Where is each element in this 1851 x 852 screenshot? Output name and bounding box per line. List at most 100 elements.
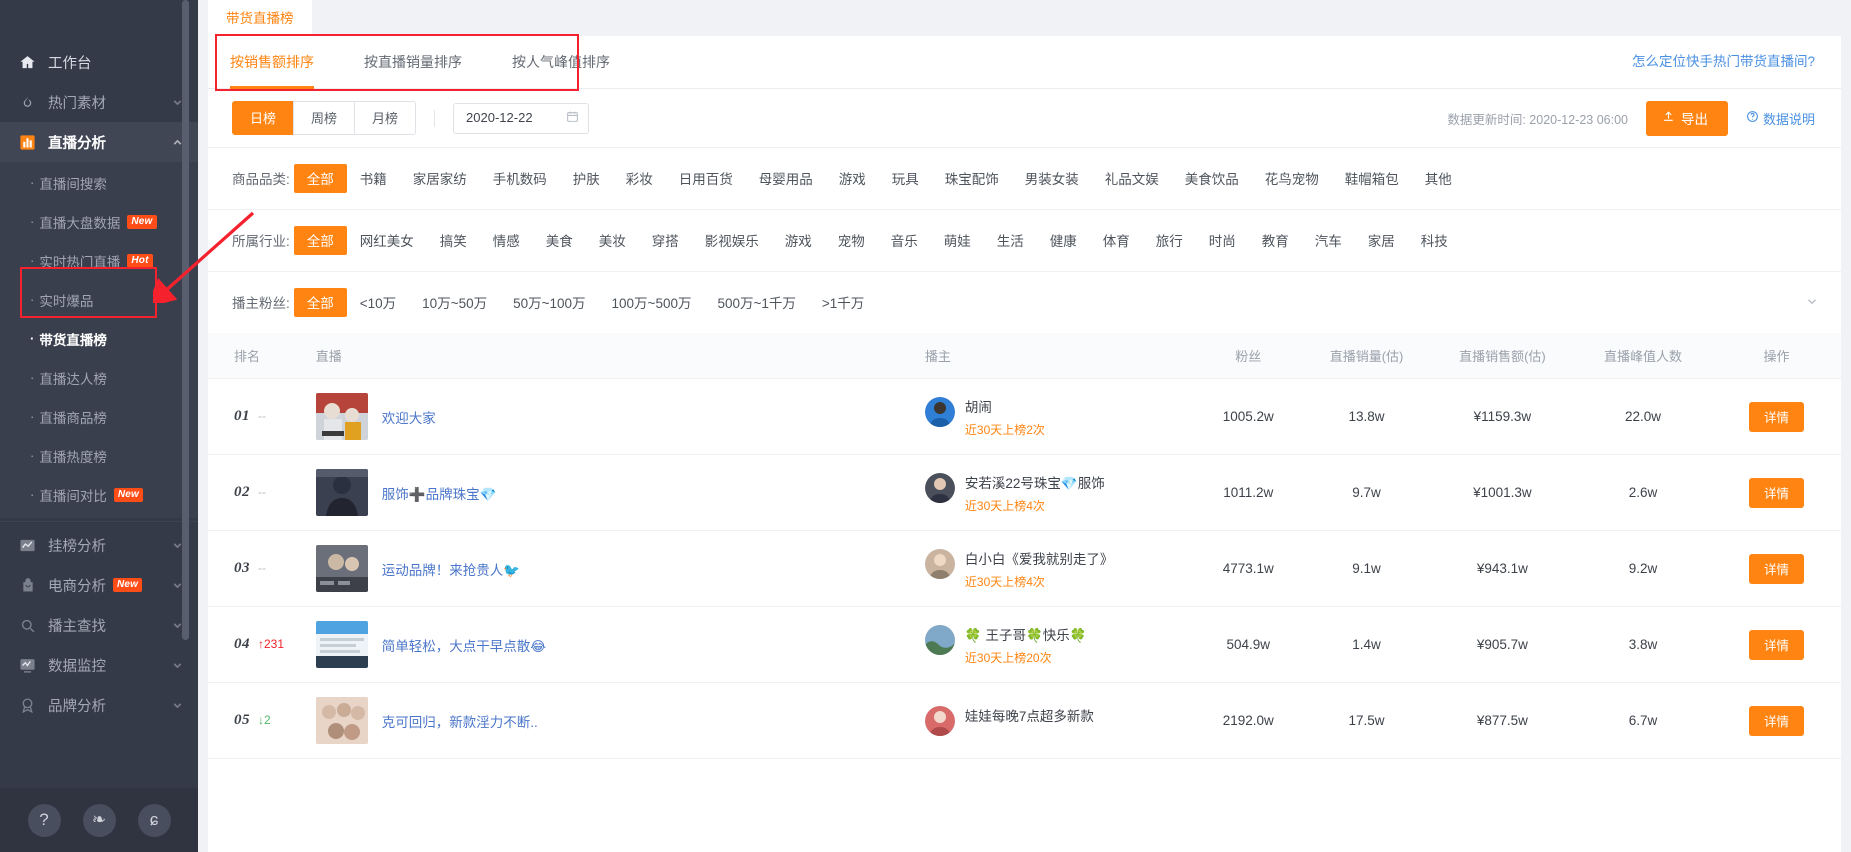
- filter-option[interactable]: 日用百货: [666, 164, 746, 193]
- sidebar-item-live-search[interactable]: · 直播间搜索: [0, 163, 198, 202]
- filter-option[interactable]: <10万: [347, 288, 409, 317]
- filter-option[interactable]: 玩具: [879, 164, 932, 193]
- filter-option[interactable]: 影视娱乐: [692, 226, 772, 255]
- filter-option[interactable]: 美食饮品: [1172, 164, 1252, 193]
- period-daily-button[interactable]: 日榜: [232, 101, 295, 135]
- filter-option[interactable]: 体育: [1090, 226, 1143, 255]
- period-weekly-button[interactable]: 周榜: [293, 101, 356, 135]
- filter-option[interactable]: 宠物: [825, 226, 878, 255]
- live-thumbnail[interactable]: [315, 393, 368, 440]
- sidebar-group-host-search[interactable]: 播主查找: [0, 605, 198, 645]
- help-link[interactable]: 怎么定位快手热门带货直播间?: [1632, 50, 1815, 70]
- sidebar-group-hot-material[interactable]: 热门素材: [0, 82, 198, 122]
- tab-sort-by-sales-amount[interactable]: 按销售额排序: [230, 36, 314, 89]
- sidebar-item-realtime-hot-products[interactable]: · 实时爆品: [0, 280, 198, 319]
- sidebar-item-live-talent-rank[interactable]: · 直播达人榜: [0, 358, 198, 397]
- sidebar-group-ecommerce-analysis[interactable]: 电商分析 New: [0, 565, 198, 605]
- host-rank-badge[interactable]: 近30天上榜20次: [965, 649, 1087, 666]
- filter-option[interactable]: 花鸟宠物: [1252, 164, 1332, 193]
- export-button[interactable]: 导出: [1645, 100, 1728, 136]
- filter-option[interactable]: 美妆: [586, 226, 639, 255]
- host-rank-badge[interactable]: 近30天上榜4次: [965, 573, 1114, 590]
- sidebar-scrollbar[interactable]: [181, 0, 190, 852]
- avatar[interactable]: [924, 706, 955, 736]
- filter-option[interactable]: 母婴用品: [746, 164, 826, 193]
- sidebar-item-live-product-rank[interactable]: · 直播商品榜: [0, 397, 198, 436]
- sidebar-item-live-overview[interactable]: · 直播大盘数据 New: [0, 202, 198, 241]
- live-title-link[interactable]: 服饰➕品牌珠宝💎: [382, 483, 497, 503]
- filter-option[interactable]: 音乐: [878, 226, 931, 255]
- filter-option[interactable]: 萌娃: [931, 226, 984, 255]
- sidebar-group-workbench[interactable]: 工作台: [0, 42, 198, 82]
- host-name[interactable]: 白小白《爱我就别走了》: [965, 548, 1114, 568]
- host-name[interactable]: 娃娃每晚7点超多新款: [965, 705, 1094, 725]
- filter-option[interactable]: 时尚: [1196, 226, 1249, 255]
- tab-sort-by-peak-popularity[interactable]: 按人气峰值排序: [512, 36, 610, 89]
- sidebar-group-brand-analysis[interactable]: 品牌分析: [0, 685, 198, 725]
- filter-option[interactable]: 科技: [1408, 226, 1461, 255]
- filter-option[interactable]: 珠宝配饰: [932, 164, 1012, 193]
- live-title-link[interactable]: 欢迎大家: [382, 407, 436, 427]
- filter-option[interactable]: 教育: [1249, 226, 1302, 255]
- mini-program-icon[interactable]: ɕ: [137, 803, 171, 837]
- wechat-icon[interactable]: ❧: [82, 803, 116, 837]
- avatar[interactable]: [924, 624, 955, 655]
- filter-option[interactable]: 游戏: [826, 164, 879, 193]
- filter-option[interactable]: 全部: [293, 288, 347, 317]
- sidebar-item-live-heat-rank[interactable]: · 直播热度榜: [0, 436, 198, 475]
- filter-option[interactable]: 全部: [293, 226, 347, 255]
- live-thumbnail[interactable]: [315, 621, 368, 668]
- live-thumbnail[interactable]: [315, 469, 368, 516]
- sidebar-item-带货直播榜[interactable]: · 带货直播榜: [0, 319, 198, 358]
- sidebar-group-data-monitor[interactable]: 数据监控: [0, 645, 198, 685]
- filter-option[interactable]: 健康: [1037, 226, 1090, 255]
- sidebar-group-live-analysis[interactable]: 直播分析: [0, 122, 198, 162]
- live-title-link[interactable]: 简单轻松，大点干早点散😂: [382, 635, 546, 655]
- filter-expand-chevron-icon[interactable]: [1805, 294, 1819, 311]
- filter-option[interactable]: 其他: [1412, 164, 1465, 193]
- filter-option[interactable]: 汽车: [1302, 226, 1355, 255]
- host-rank-badge[interactable]: 近30天上榜4次: [965, 497, 1105, 514]
- filter-option[interactable]: 搞笑: [427, 226, 480, 255]
- data-description-link[interactable]: 数据说明: [1746, 109, 1815, 128]
- detail-button[interactable]: 详情: [1749, 553, 1805, 584]
- filter-option[interactable]: 50万~100万: [500, 288, 598, 317]
- filter-option[interactable]: 鞋帽箱包: [1332, 164, 1412, 193]
- filter-option[interactable]: 旅行: [1143, 226, 1196, 255]
- sidebar-group-rank-analysis[interactable]: 挂榜分析: [0, 525, 198, 565]
- avatar[interactable]: [924, 472, 955, 503]
- filter-option[interactable]: 美食: [533, 226, 586, 255]
- live-title-link[interactable]: 克可回归，新款淫力不断..: [382, 711, 538, 731]
- filter-option[interactable]: 家居: [1355, 226, 1408, 255]
- filter-option[interactable]: >1千万: [809, 288, 877, 317]
- tab-sort-by-sales-volume[interactable]: 按直播销量排序: [364, 36, 462, 89]
- filter-option[interactable]: 彩妆: [613, 164, 666, 193]
- filter-option[interactable]: 手机数码: [480, 164, 560, 193]
- filter-option[interactable]: 游戏: [772, 226, 825, 255]
- avatar[interactable]: [924, 396, 955, 427]
- sidebar-scrollbar-thumb[interactable]: [182, 0, 189, 640]
- host-name[interactable]: 安若溪22号珠宝💎服饰: [965, 472, 1105, 492]
- live-title-link[interactable]: 运动品牌！来抢贵人🐦: [382, 559, 520, 579]
- filter-option[interactable]: 家居家纺: [400, 164, 480, 193]
- filter-option[interactable]: 生活: [984, 226, 1037, 255]
- filter-option[interactable]: 全部: [293, 164, 347, 193]
- date-picker[interactable]: 2020-12-22: [453, 102, 590, 134]
- sidebar-item-realtime-hot-live[interactable]: · 实时热门直播 Hot: [0, 241, 198, 280]
- detail-button[interactable]: 详情: [1749, 477, 1805, 508]
- live-thumbnail[interactable]: [315, 545, 368, 592]
- tab-带货直播榜[interactable]: 带货直播榜: [208, 0, 312, 36]
- avatar[interactable]: [924, 548, 955, 579]
- filter-option[interactable]: 100万~500万: [599, 288, 705, 317]
- host-rank-badge[interactable]: 近30天上榜2次: [965, 421, 1045, 438]
- filter-option[interactable]: 10万~50万: [409, 288, 500, 317]
- detail-button[interactable]: 详情: [1749, 401, 1805, 432]
- filter-option[interactable]: 网红美女: [347, 226, 427, 255]
- filter-option[interactable]: 礼品文娱: [1092, 164, 1172, 193]
- filter-option[interactable]: 书籍: [347, 164, 400, 193]
- filter-option[interactable]: 穿搭: [639, 226, 692, 255]
- host-name[interactable]: 胡闹: [965, 396, 1045, 416]
- sidebar-item-live-compare[interactable]: · 直播间对比 New: [0, 475, 198, 514]
- live-thumbnail[interactable]: [315, 697, 368, 744]
- help-icon[interactable]: ?: [27, 803, 61, 837]
